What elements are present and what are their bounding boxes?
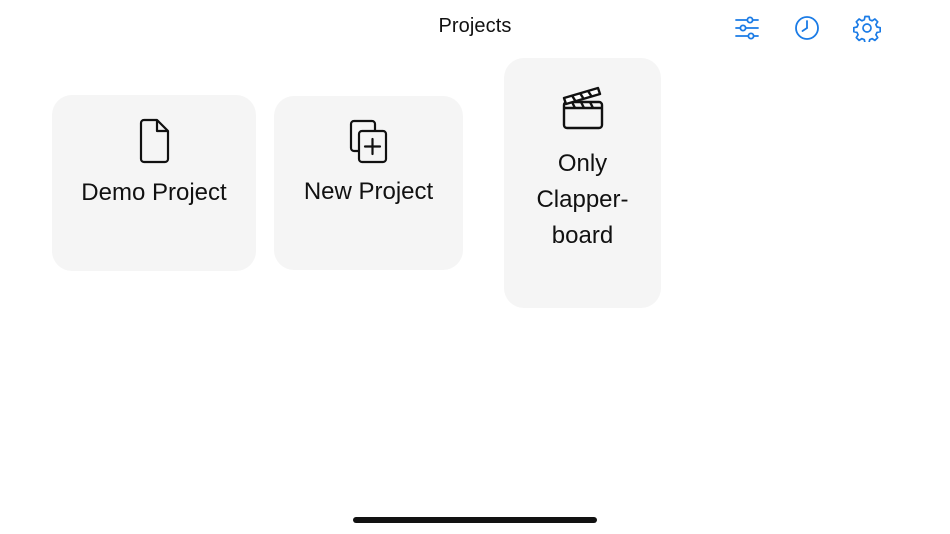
label-line: board (551, 222, 614, 249)
document-icon (137, 117, 171, 165)
settings-button[interactable] (852, 12, 882, 44)
clock-icon (795, 16, 819, 40)
sliders-icon (735, 16, 759, 40)
project-card-new[interactable]: New Project (274, 96, 463, 270)
label-line: Only (557, 150, 608, 177)
project-card-clapperboard[interactable]: Only Clapper- board (504, 58, 661, 308)
history-button[interactable] (792, 12, 822, 44)
project-card-demo[interactable]: Demo Project (52, 95, 256, 271)
filter-button[interactable] (732, 12, 762, 44)
add-document-icon (348, 118, 390, 166)
label-line: Clapper- (536, 186, 629, 213)
home-indicator[interactable] (353, 517, 597, 523)
projects-screen: Projects Demo Project New Project Only C… (0, 0, 950, 534)
project-card-label: New Project (303, 178, 434, 205)
toolbar-actions (732, 12, 882, 44)
gear-icon (853, 15, 881, 42)
clapperboard-icon (561, 82, 605, 132)
project-card-label: Only Clapper- board (518, 146, 648, 254)
project-card-label: Demo Project (81, 179, 227, 206)
